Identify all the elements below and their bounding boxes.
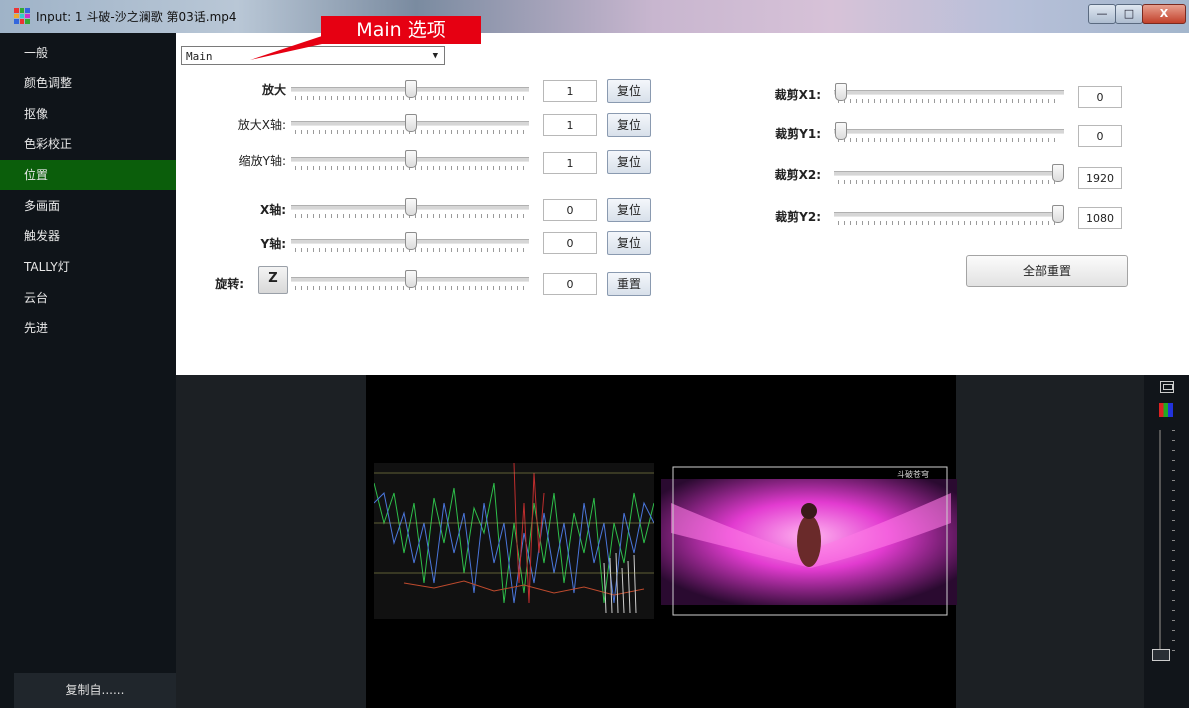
sidebar-item-ptz[interactable]: 云台 bbox=[0, 283, 176, 313]
reset-all-button[interactable]: 全部重置 bbox=[966, 255, 1128, 287]
crop-x1-label: 裁剪X1: bbox=[774, 88, 821, 102]
minimize-button[interactable]: — bbox=[1088, 4, 1116, 24]
crop-y2-label: 裁剪Y2: bbox=[775, 210, 821, 224]
video-preview: 斗破苍穹 bbox=[661, 466, 957, 616]
preview-canvas: 斗破苍穹 bbox=[366, 375, 957, 708]
scene-watermark: 斗破苍穹 bbox=[897, 469, 929, 479]
zoom-label: 放大 bbox=[261, 83, 286, 97]
y-axis-reset-button[interactable]: 复位 bbox=[607, 231, 651, 255]
preview-toolbar bbox=[1144, 375, 1189, 708]
source-select-value: Main bbox=[186, 50, 213, 63]
close-button[interactable]: X bbox=[1142, 4, 1186, 24]
y-axis-value[interactable]: 0 bbox=[543, 232, 597, 254]
rotate-value[interactable]: 0 bbox=[543, 273, 597, 295]
zoom-reset-button[interactable]: 复位 bbox=[607, 79, 651, 103]
zoom-y-label: 缩放Y轴: bbox=[238, 154, 286, 168]
crop-x1-value[interactable]: 0 bbox=[1078, 86, 1122, 108]
window-title: Input: 1 斗破-沙之澜歌 第03话.mp4 bbox=[36, 10, 237, 24]
crop-x1-slider[interactable] bbox=[834, 82, 1064, 106]
position-settings-panel: Main ▼ 放大 1 复位 放大X轴: 1 复位 缩放Y轴: 1 复位 X轴:… bbox=[176, 33, 1189, 375]
sidebar-item-advanced[interactable]: 先进 bbox=[0, 313, 176, 343]
slider-thumb[interactable] bbox=[405, 150, 417, 168]
volume-track[interactable] bbox=[1159, 430, 1161, 660]
slider-thumb[interactable] bbox=[1052, 205, 1064, 223]
slider-thumb[interactable] bbox=[835, 122, 847, 140]
crop-y2-value[interactable]: 1080 bbox=[1078, 207, 1122, 229]
slider-thumb[interactable] bbox=[405, 114, 417, 132]
zoom-x-reset-button[interactable]: 复位 bbox=[607, 113, 651, 137]
maximize-button[interactable]: □ bbox=[1115, 4, 1143, 24]
rotate-reset-button[interactable]: 重置 bbox=[607, 272, 651, 296]
app-grid-icon bbox=[14, 8, 30, 24]
copy-from-button[interactable]: 复制自...... bbox=[14, 673, 176, 708]
x-axis-reset-button[interactable]: 复位 bbox=[607, 198, 651, 222]
slider-thumb[interactable] bbox=[405, 198, 417, 216]
waveform-scope bbox=[374, 463, 654, 619]
slider-thumb[interactable] bbox=[405, 232, 417, 250]
y-axis-slider[interactable] bbox=[291, 231, 529, 255]
slider-thumb[interactable] bbox=[405, 80, 417, 98]
sidebar: 一般 颜色调整 抠像 色彩校正 位置 多画面 触发器 TALLY灯 云台 先进 … bbox=[0, 33, 176, 708]
slider-thumb[interactable] bbox=[1052, 164, 1064, 182]
volume-thumb[interactable] bbox=[1152, 649, 1170, 661]
zoom-x-value[interactable]: 1 bbox=[543, 114, 597, 136]
slider-thumb[interactable] bbox=[405, 270, 417, 288]
rotate-label: 旋转: bbox=[215, 277, 244, 291]
crop-y1-label: 裁剪Y1: bbox=[775, 127, 821, 141]
zoom-x-label: 放大X轴: bbox=[237, 118, 286, 132]
sidebar-item-position[interactable]: 位置 bbox=[0, 160, 176, 190]
volume-ticks bbox=[1172, 430, 1175, 660]
zoom-y-slider[interactable] bbox=[291, 149, 529, 173]
x-axis-label: X轴: bbox=[259, 203, 286, 217]
slider-thumb[interactable] bbox=[835, 83, 847, 101]
sidebar-item-keying[interactable]: 抠像 bbox=[0, 99, 176, 129]
zoom-y-value[interactable]: 1 bbox=[543, 152, 597, 174]
monitor-icon[interactable] bbox=[1160, 381, 1174, 393]
sidebar-item-color-correction[interactable]: 色彩校正 bbox=[0, 129, 176, 159]
sidebar-item-tally[interactable]: TALLY灯 bbox=[0, 252, 176, 282]
sidebar-item-multiview[interactable]: 多画面 bbox=[0, 191, 176, 221]
sidebar-item-triggers[interactable]: 触发器 bbox=[0, 221, 176, 251]
rotate-z-button[interactable]: Z bbox=[258, 266, 288, 294]
zoom-x-slider[interactable] bbox=[291, 113, 529, 137]
crop-y2-slider[interactable] bbox=[834, 204, 1064, 228]
sidebar-item-color-adjust[interactable]: 颜色调整 bbox=[0, 68, 176, 98]
title-bar: Input: 1 斗破-沙之澜歌 第03话.mp4 — □ X bbox=[0, 0, 1189, 33]
zoom-slider[interactable] bbox=[291, 79, 529, 103]
zoom-value[interactable]: 1 bbox=[543, 80, 597, 102]
crop-x2-value[interactable]: 1920 bbox=[1078, 167, 1122, 189]
sidebar-item-general[interactable]: 一般 bbox=[0, 38, 176, 68]
y-axis-label: Y轴: bbox=[260, 237, 287, 251]
crop-y1-slider[interactable] bbox=[834, 121, 1064, 145]
x-axis-slider[interactable] bbox=[291, 197, 529, 221]
callout-label: Main 选项 bbox=[321, 16, 481, 44]
x-axis-value[interactable]: 0 bbox=[543, 199, 597, 221]
crop-x2-label: 裁剪X2: bbox=[774, 168, 821, 182]
zoom-y-reset-button[interactable]: 复位 bbox=[607, 150, 651, 174]
crop-y1-value[interactable]: 0 bbox=[1078, 125, 1122, 147]
chevron-down-icon: ▼ bbox=[432, 51, 438, 61]
crop-x2-slider[interactable] bbox=[834, 163, 1064, 187]
color-palette-icon[interactable] bbox=[1159, 403, 1173, 417]
rotate-slider[interactable] bbox=[291, 269, 529, 293]
preview-area: 斗破苍穹 bbox=[176, 375, 1189, 708]
